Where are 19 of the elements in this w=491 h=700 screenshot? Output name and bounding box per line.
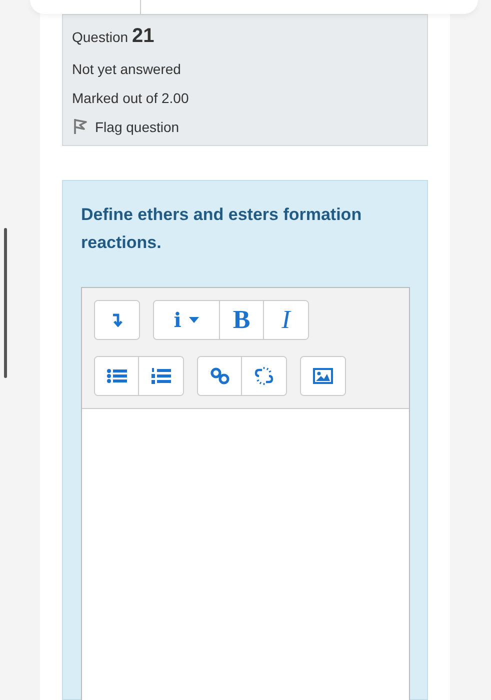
link-icon — [210, 367, 230, 385]
question-label: Question — [72, 29, 128, 45]
caret-icon — [189, 317, 200, 323]
paragraph-styles-button[interactable]: i — [154, 301, 220, 339]
arrow-down-icon — [111, 313, 123, 327]
question-number: 21 — [132, 25, 154, 48]
marks-text: Marked out of 2.00 — [72, 90, 190, 106]
image-icon — [313, 368, 333, 384]
image-button[interactable] — [301, 357, 345, 395]
collapse-button[interactable] — [95, 301, 139, 339]
bullet-list-icon — [106, 368, 126, 384]
link-button[interactable] — [198, 357, 242, 395]
flag-question-link[interactable]: Flag question — [95, 118, 180, 134]
unlink-icon — [254, 366, 274, 386]
numbered-list-icon — [151, 367, 171, 385]
question-text: Define ethers and esters formation reactions. — [81, 204, 363, 254]
flag-icon[interactable] — [72, 118, 88, 135]
status-text: Not yet answered — [72, 61, 182, 77]
bullet-list-button[interactable] — [95, 357, 139, 395]
